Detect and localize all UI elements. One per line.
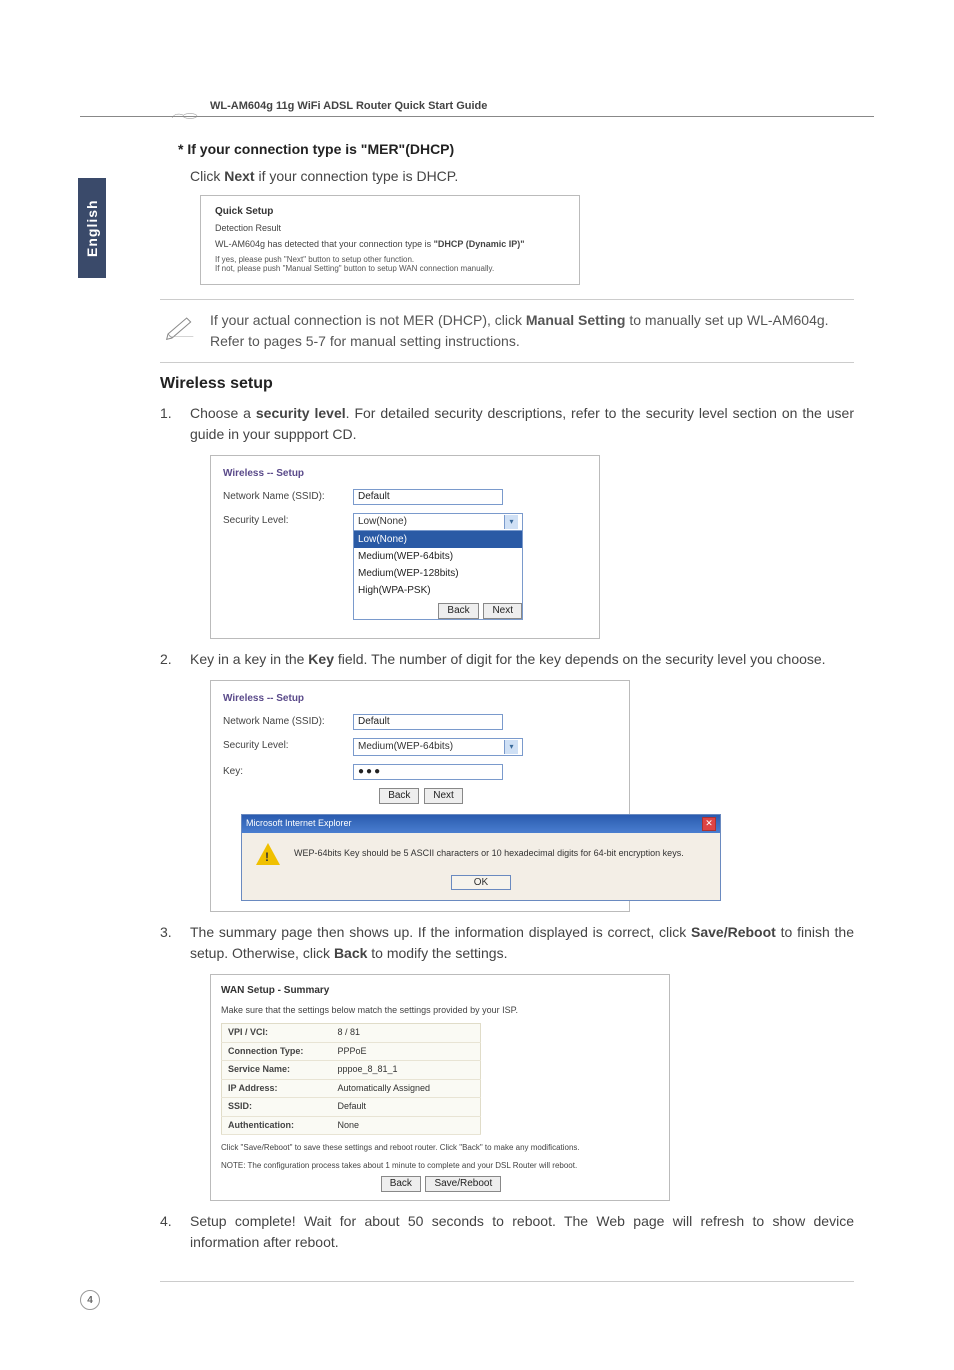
table-row: Connection Type:PPPoE (222, 1042, 481, 1061)
t: The summary page then shows up. If the i… (190, 924, 691, 940)
step-1: Choose a security level. For detailed se… (160, 403, 854, 639)
cell-k: Service Name: (222, 1061, 332, 1080)
next-button[interactable]: Next (483, 603, 522, 619)
t: if your connection type is DHCP. (255, 168, 459, 184)
wireless-setup-screenshot-1: Wireless -- Setup Network Name (SSID): D… (210, 455, 600, 639)
t: Back (334, 945, 367, 961)
detection-text: WL-AM604g has detected that your connect… (215, 239, 565, 249)
security-level-select[interactable]: Low(None) ▾ Low(None) Medium(WEP-64bits)… (353, 513, 523, 620)
click-next-text: Click Next if your connection type is DH… (190, 167, 854, 187)
table-row: SSID:Default (222, 1098, 481, 1117)
wl1-title: Wireless -- Setup (223, 466, 587, 481)
chevron-down-icon[interactable]: ▾ (504, 515, 518, 529)
cell-v: None (332, 1116, 481, 1135)
cell-v: Default (332, 1098, 481, 1117)
ie-titlebar: Microsoft Internet Explorer ✕ (242, 815, 720, 833)
warning-icon (256, 843, 280, 865)
security-level-label: Security Level: (223, 513, 353, 528)
mer-heading: * If your connection type is "MER"(DHCP) (178, 141, 854, 157)
footer-rule (160, 1281, 854, 1282)
key-input[interactable]: ●●● (353, 764, 503, 780)
t: Click (190, 168, 224, 184)
back-button[interactable]: Back (379, 788, 419, 804)
ok-button[interactable]: OK (451, 875, 511, 890)
select-value: Medium(WEP-64bits) (358, 739, 453, 754)
t: Choose a (190, 405, 256, 421)
cell-v: Automatically Assigned (332, 1079, 481, 1098)
select-value: Low(None) (358, 514, 407, 529)
wireless-setup-heading: Wireless setup (160, 375, 854, 393)
option-wpapsk[interactable]: High(WPA-PSK) (354, 582, 522, 599)
qs-line1: If yes, please push "Next" button to set… (215, 255, 565, 265)
summary-table: VPI / VCI:8 / 81 Connection Type:PPPoE S… (221, 1023, 481, 1135)
header-rule (80, 116, 874, 117)
t: to modify the settings. (367, 945, 507, 961)
back-button[interactable]: Back (438, 603, 478, 619)
wl2-title: Wireless -- Setup (223, 691, 617, 706)
manual-setting-bold: Manual Setting (526, 312, 626, 328)
security-level-label: Security Level: (223, 738, 353, 753)
wireless-setup-screenshot-2: Wireless -- Setup Network Name (SSID): D… (210, 680, 630, 912)
table-row: Service Name:pppoe_8_81_1 (222, 1061, 481, 1080)
table-row: VPI / VCI:8 / 81 (222, 1024, 481, 1043)
cell-k: Authentication: (222, 1116, 332, 1135)
summary-title: WAN Setup - Summary (221, 983, 659, 998)
table-row: IP Address:Automatically Assigned (222, 1079, 481, 1098)
detection-result-label: Detection Result (215, 223, 565, 233)
cell-v: pppoe_8_81_1 (332, 1061, 481, 1080)
summary-intro: Make sure that the settings below match … (221, 1004, 659, 1018)
wan-summary-screenshot: WAN Setup - Summary Make sure that the s… (210, 974, 670, 1202)
note-text: If your actual connection is not MER (DH… (210, 310, 854, 352)
ssid-input[interactable]: Default (353, 714, 503, 730)
key-label: Key: (223, 764, 353, 779)
step-4: Setup complete! Wait for about 50 second… (160, 1211, 854, 1253)
t: Save/Reboot (691, 924, 776, 940)
step-3: The summary page then shows up. If the i… (160, 922, 854, 1202)
page-header-title: WL-AM604g 11g WiFi ADSL Router Quick Sta… (210, 100, 874, 112)
table-row: Authentication:None (222, 1116, 481, 1135)
back-button[interactable]: Back (381, 1176, 421, 1192)
security-level-select[interactable]: Medium(WEP-64bits) ▾ (353, 738, 523, 756)
t: field. The number of digit for the key d… (334, 651, 826, 667)
save-reboot-button[interactable]: Save/Reboot (425, 1176, 501, 1192)
ssid-label: Network Name (SSID): (223, 489, 353, 504)
cell-k: VPI / VCI: (222, 1024, 332, 1043)
t: If your actual connection is not MER (DH… (210, 312, 526, 328)
ssid-input[interactable]: Default (353, 489, 503, 505)
quick-setup-title: Quick Setup (215, 206, 565, 217)
t: Key in a key in the (190, 651, 308, 667)
router-icon (170, 110, 198, 120)
cell-k: Connection Type: (222, 1042, 332, 1061)
option-low-none[interactable]: Low(None) (354, 531, 522, 548)
step-2: Key in a key in the Key field. The numbe… (160, 649, 854, 912)
t: Key (308, 651, 334, 667)
t: WL-AM604g has detected that your connect… (215, 239, 434, 249)
pencil-note-icon (164, 312, 196, 340)
ie-message: WEP-64bits Key should be 5 ASCII charact… (294, 847, 684, 861)
language-tab: English (78, 178, 106, 278)
cell-k: SSID: (222, 1098, 332, 1117)
ie-title: Microsoft Internet Explorer (246, 817, 352, 831)
page-number: 4 (80, 1290, 100, 1310)
t: security level (256, 405, 346, 421)
cell-k: IP Address: (222, 1079, 332, 1098)
ie-alert-modal: Microsoft Internet Explorer ✕ WEP-64bits… (241, 814, 721, 901)
summary-note1: Click "Save/Reboot" to save these settin… (221, 1143, 659, 1153)
ssid-label: Network Name (SSID): (223, 714, 353, 729)
cell-v: 8 / 81 (332, 1024, 481, 1043)
summary-note2: NOTE: The configuration process takes ab… (221, 1161, 659, 1171)
qs-line2: If not, please push "Manual Setting" but… (215, 264, 565, 274)
option-wep64[interactable]: Medium(WEP-64bits) (354, 548, 522, 565)
next-bold: Next (224, 168, 254, 184)
next-button[interactable]: Next (424, 788, 463, 804)
chevron-down-icon[interactable]: ▾ (504, 740, 518, 754)
cell-v: PPPoE (332, 1042, 481, 1061)
option-wep128[interactable]: Medium(WEP-128bits) (354, 565, 522, 582)
quick-setup-screenshot: Quick Setup Detection Result WL-AM604g h… (200, 195, 580, 285)
select-options: Low(None) Medium(WEP-64bits) Medium(WEP-… (354, 530, 522, 599)
note-block: If your actual connection is not MER (DH… (160, 299, 854, 363)
t: "DHCP (Dynamic IP)" (434, 239, 525, 249)
close-icon[interactable]: ✕ (702, 817, 716, 831)
